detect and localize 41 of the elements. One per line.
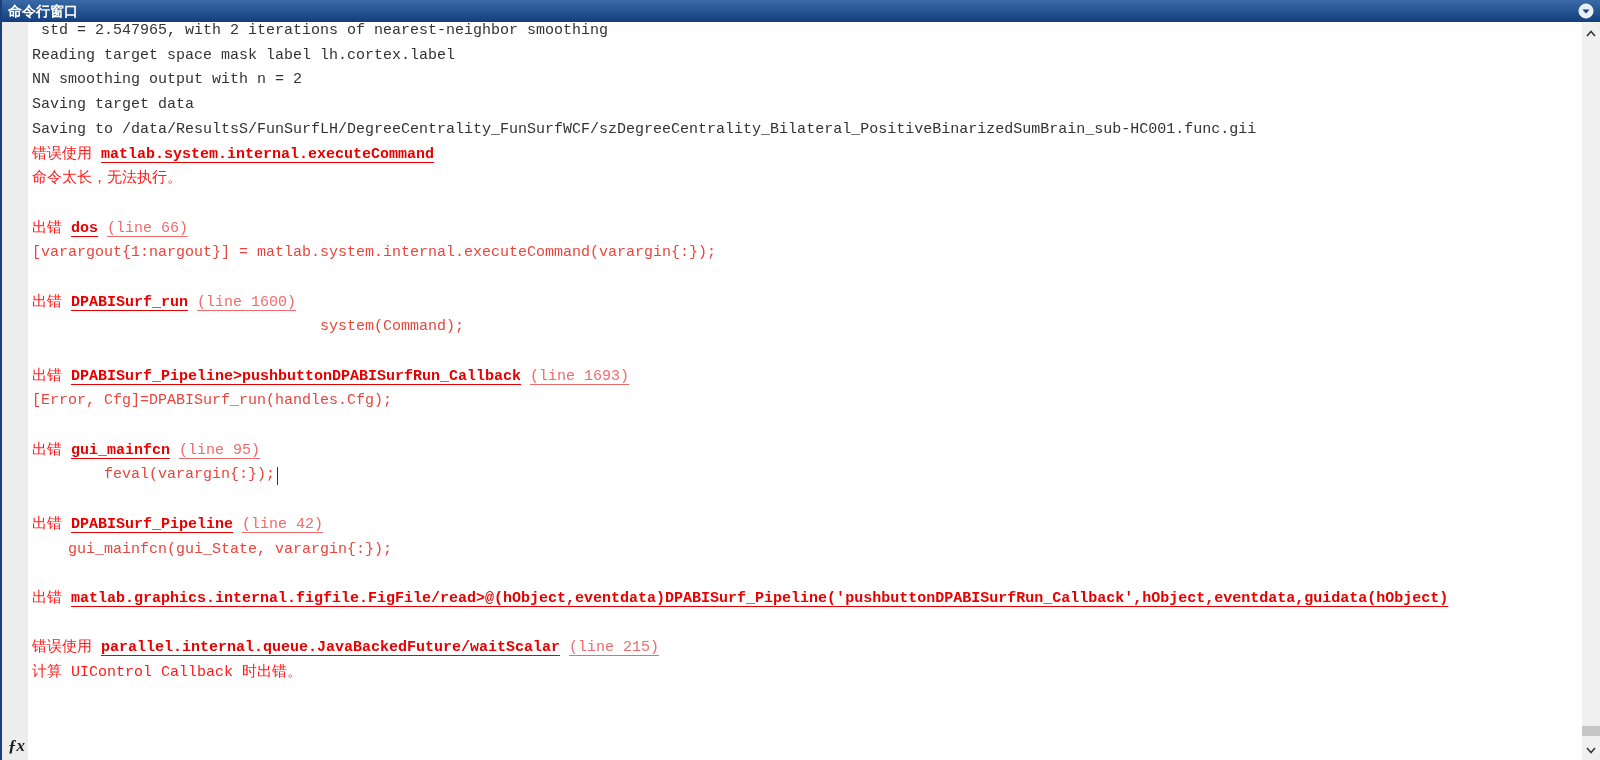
line-link[interactable]: (line 1693) bbox=[530, 365, 630, 389]
scrollbar[interactable] bbox=[1582, 22, 1600, 760]
error-label: 出错 bbox=[32, 366, 62, 387]
error-label: 出错 bbox=[32, 588, 62, 609]
line-link[interactable]: (line 215) bbox=[569, 637, 660, 660]
scroll-thumb[interactable] bbox=[1582, 726, 1600, 736]
function-link[interactable]: dos bbox=[71, 217, 98, 241]
code-line: [varargout{1:nargout}] = matlab.system.internal.executeCommand(varargin{:}); bbox=[32, 243, 717, 264]
line-link[interactable]: (line 66) bbox=[107, 217, 189, 241]
function-link[interactable]: DPABISurf_Pipeline bbox=[71, 513, 234, 537]
dropdown-icon[interactable] bbox=[1578, 3, 1594, 19]
error-message: 命令太长，无法执行。 bbox=[32, 168, 182, 190]
window-title: 命令行窗口 bbox=[8, 1, 78, 21]
line-link[interactable]: (line 1600) bbox=[197, 291, 297, 315]
scroll-up-icon[interactable] bbox=[1586, 30, 1596, 37]
output-line: Reading target space mask label lh.cortex.label bbox=[32, 45, 456, 66]
error-message: 计算 UIControl Callback 时出错。 bbox=[32, 662, 303, 683]
function-link[interactable]: DPABISurf_Pipeline>pushbuttonDPABISurfRun_Callback bbox=[71, 365, 522, 389]
error-label: 错误使用 bbox=[32, 144, 92, 165]
line-link[interactable]: (line 95) bbox=[179, 439, 261, 463]
output-line: Saving to /data/ResultsS/FunSurfLH/DegreeCentrality_FunSurfWCF/szDegreeCentrality_Bilateral_PositiveBinarizedSumBrain_sub-HC001.func.gii bbox=[32, 119, 1257, 140]
error-label: 出错 bbox=[32, 292, 62, 313]
error-label: 出错 bbox=[32, 218, 62, 239]
line-link[interactable]: (line 42) bbox=[242, 513, 324, 537]
output-line: Saving target data bbox=[32, 95, 195, 116]
function-link[interactable]: DPABISurf_run bbox=[71, 291, 189, 315]
error-label: 错误使用 bbox=[32, 638, 92, 659]
scroll-down-icon[interactable] bbox=[1586, 747, 1596, 754]
code-line: feval(varargin{:}); bbox=[103, 465, 276, 486]
function-link[interactable]: matlab.graphics.internal.figfile.FigFile/read>@(hObject,eventdata)DPABISurf_Pipeline('pushbuttonDPABISurfRun_Callback',hObject,eventdata,guidata(hObject) bbox=[71, 587, 1449, 611]
code-line: [Error, Cfg]=DPABISurf_run(handles.Cfg); bbox=[32, 391, 393, 412]
error-label: 出错 bbox=[32, 514, 62, 535]
output-line: NN smoothing output with n = 2 bbox=[32, 70, 303, 91]
function-link[interactable]: matlab.system.internal.executeCommand bbox=[101, 143, 435, 167]
function-link[interactable]: gui_mainfcn bbox=[71, 439, 171, 463]
code-line: gui_mainfcn(gui_State, varargin{:}); bbox=[67, 539, 393, 560]
error-label: 出错 bbox=[32, 440, 62, 461]
output-line: std = 2.547965, with 2 iterations of nearest-neighbor smoothing bbox=[40, 21, 609, 42]
function-link[interactable]: parallel.internal.queue.JavaBackedFuture/waitScalar bbox=[101, 637, 561, 660]
function-icon[interactable]: ƒx bbox=[8, 732, 25, 758]
code-line: system(Command); bbox=[319, 317, 465, 338]
